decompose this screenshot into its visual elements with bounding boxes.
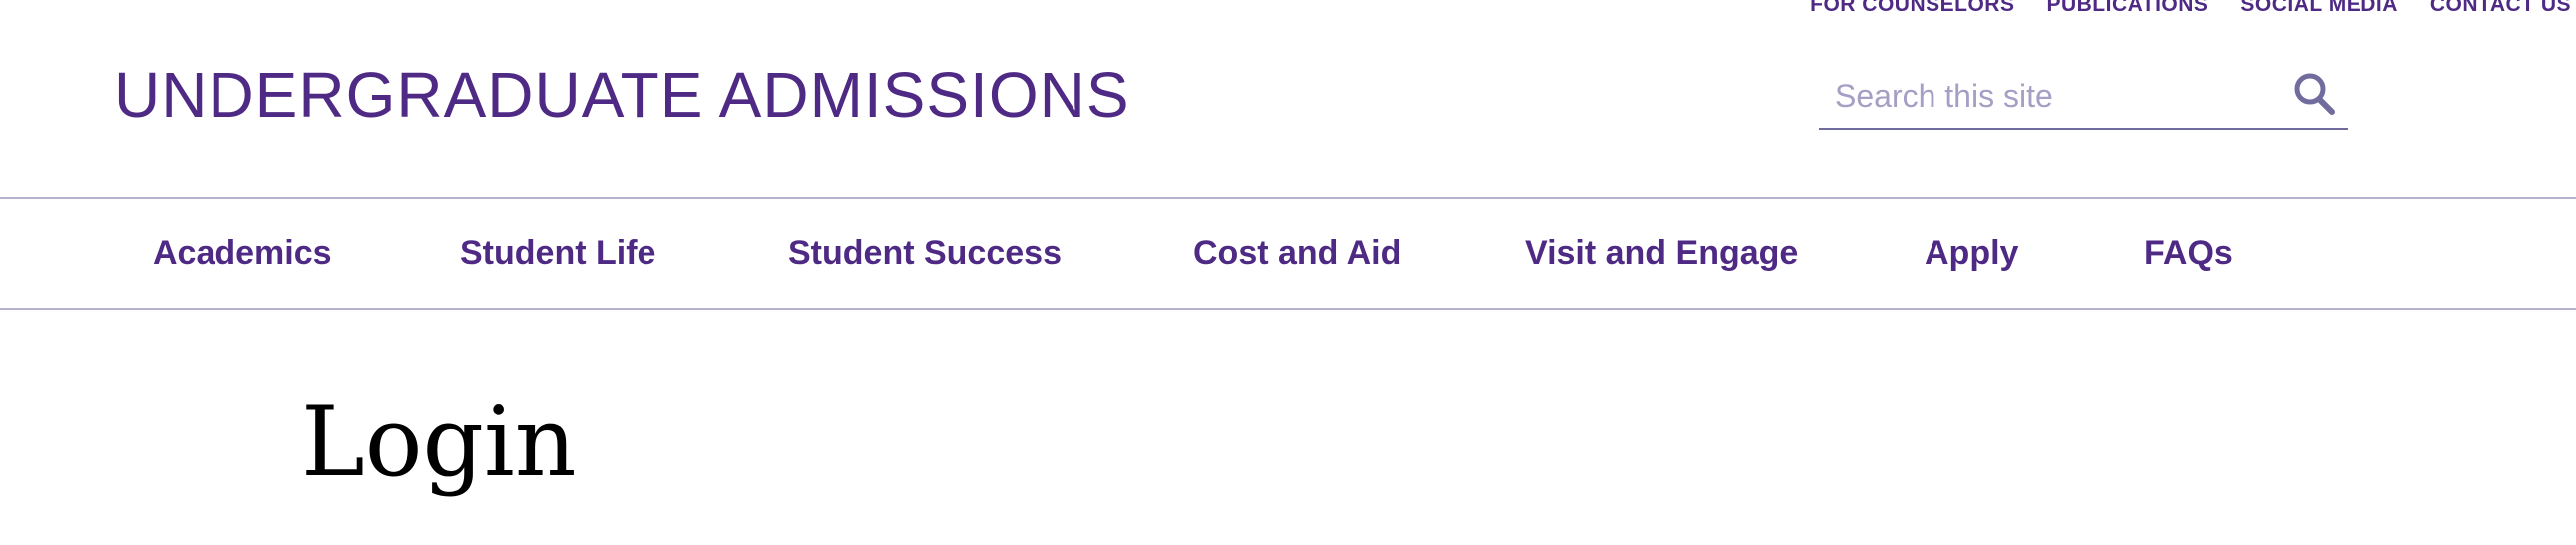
search-form	[1819, 62, 2348, 130]
utility-link-contact-us[interactable]: CONTACT US	[2430, 0, 2571, 17]
utility-link-for-counselors[interactable]: FOR COUNSELORS	[1810, 0, 2014, 17]
utility-nav: FOR COUNSELORS PUBLICATIONS SOCIAL MEDIA…	[1673, 0, 2571, 20]
nav-item-cost-and-aid[interactable]: Cost and Aid	[1193, 233, 1401, 272]
nav-item-apply[interactable]: Apply	[1925, 233, 2018, 272]
search-icon	[2294, 73, 2335, 115]
nav-item-academics[interactable]: Academics	[153, 233, 332, 272]
nav-item-visit-and-engage[interactable]: Visit and Engage	[1525, 233, 1798, 272]
main-nav: Academics Student Life Student Success C…	[0, 199, 2576, 308]
nav-item-faqs[interactable]: FAQs	[2144, 233, 2233, 272]
search-input[interactable]	[1835, 74, 2254, 118]
utility-link-social-media[interactable]: SOCIAL MEDIA	[2240, 0, 2397, 17]
page-title: Login	[301, 386, 577, 498]
nav-divider-bottom	[0, 308, 2576, 310]
nav-item-student-success[interactable]: Student Success	[788, 233, 1062, 272]
nav-item-student-life[interactable]: Student Life	[460, 233, 655, 272]
search-button[interactable]	[2288, 68, 2342, 122]
site-title[interactable]: UNDERGRADUATE ADMISSIONS	[114, 60, 1130, 130]
utility-link-publications[interactable]: PUBLICATIONS	[2046, 0, 2208, 17]
